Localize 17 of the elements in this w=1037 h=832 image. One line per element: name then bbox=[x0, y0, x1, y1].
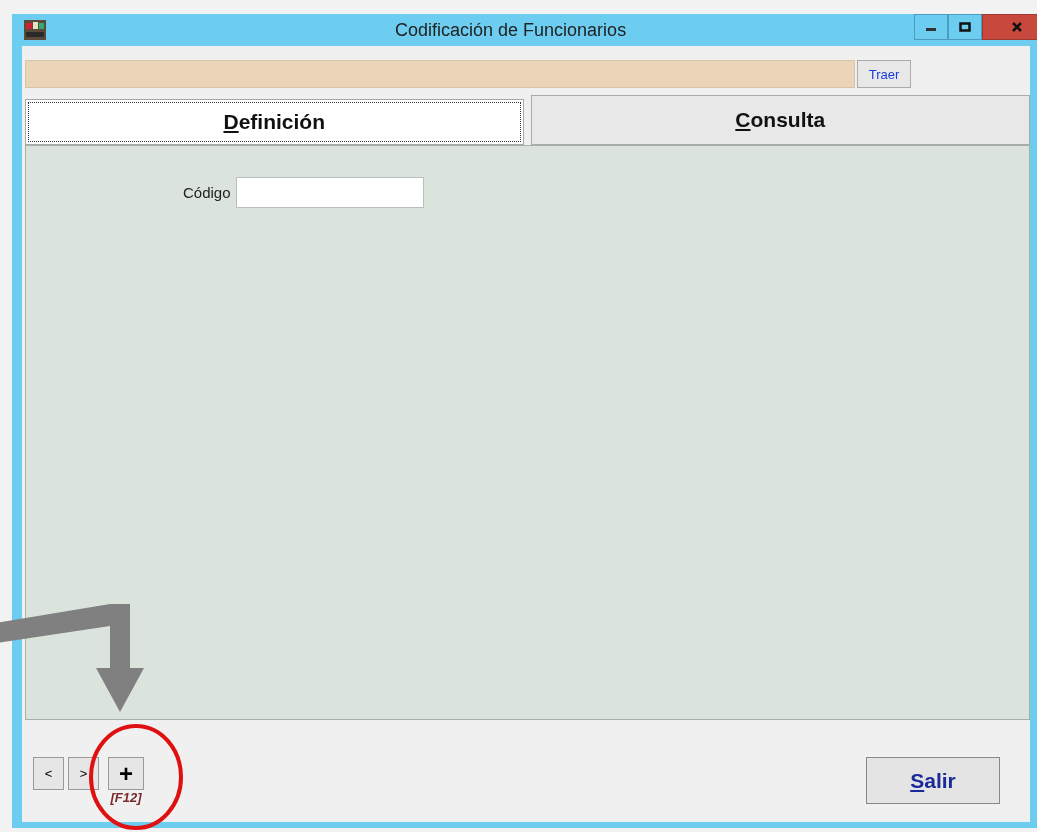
tab[interactable]: Definición bbox=[25, 99, 524, 145]
window-title: Codificación de Funcionarios bbox=[395, 19, 627, 41]
nav-button[interactable]: < bbox=[33, 757, 64, 790]
nav-button[interactable]: + bbox=[108, 757, 144, 790]
app-icon bbox=[24, 20, 46, 40]
close-button[interactable] bbox=[982, 14, 1037, 40]
input-field[interactable] bbox=[235, 177, 424, 208]
maximize-icon bbox=[959, 22, 971, 32]
field-label: Código bbox=[183, 184, 231, 201]
tab[interactable]: Consulta bbox=[530, 95, 1030, 145]
close-icon bbox=[1011, 22, 1023, 32]
minimize-button[interactable] bbox=[914, 14, 948, 40]
maximize-button[interactable] bbox=[948, 14, 982, 40]
shortcut-label: [F12] bbox=[110, 790, 142, 805]
fetch-button[interactable]: Traer bbox=[857, 60, 911, 88]
exit-button[interactable]: Salir bbox=[866, 757, 1000, 804]
search-field[interactable] bbox=[25, 60, 855, 88]
